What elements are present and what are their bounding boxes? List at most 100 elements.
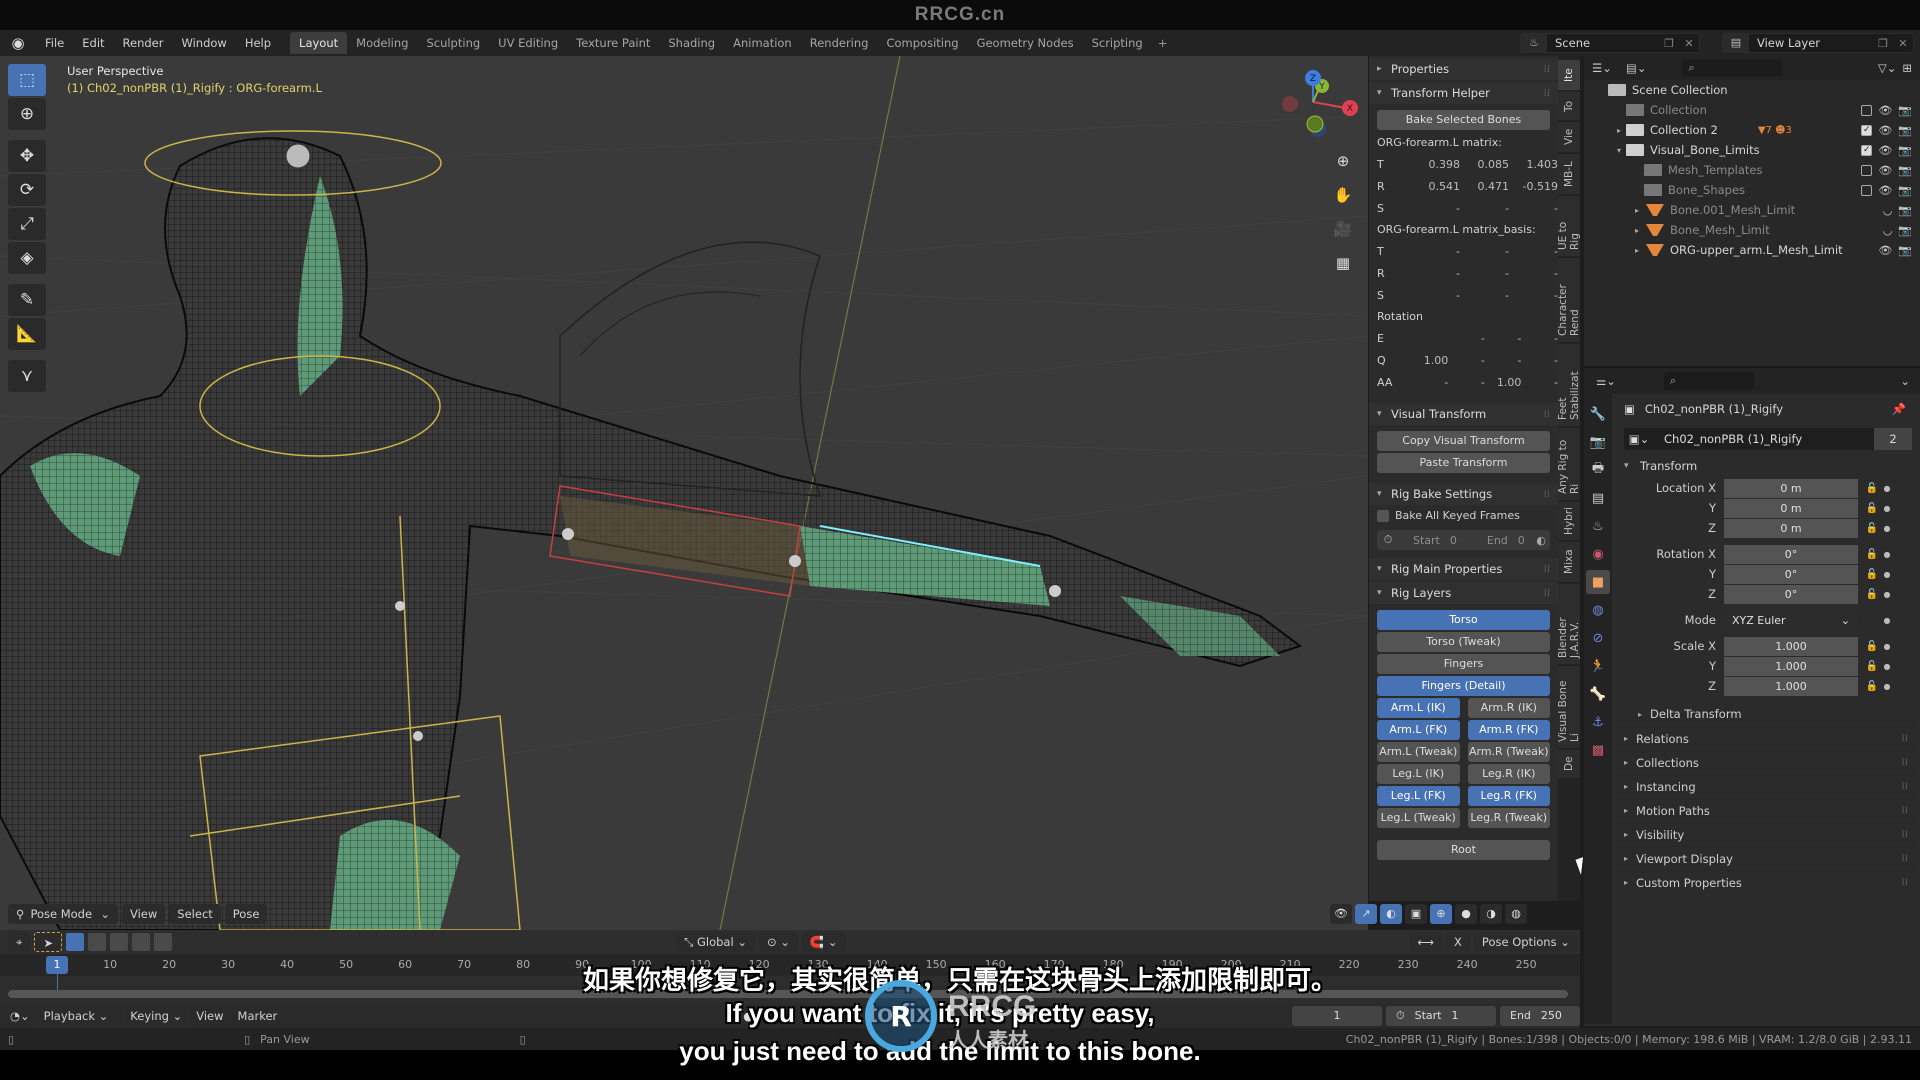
section-rig-layers[interactable]: ▾ Rig Layers ⁞⁞ (1369, 582, 1558, 604)
section-visibility[interactable]: ▸ Visibility ⁞⁞ (1616, 822, 1916, 846)
camera-icon[interactable]: 🎥 (1330, 216, 1356, 242)
solid-shading-icon[interactable]: ● (1455, 904, 1477, 924)
tab-texture-paint[interactable]: Texture Paint (567, 32, 659, 54)
mirror-icon[interactable]: ⟷ (1409, 932, 1443, 952)
eye-closed-icon[interactable]: ◡ (1883, 204, 1893, 217)
exclude-checkbox[interactable]: ✓ (1861, 144, 1873, 156)
options-chevron-icon[interactable]: ⌄ (1900, 374, 1910, 388)
measure-tool[interactable]: 📐 (8, 318, 46, 350)
sidebar-tab-character-rend[interactable]: Character Rend (1557, 258, 1581, 342)
rig-layer-fingers-detail-button[interactable]: Fingers (Detail) (1377, 676, 1550, 696)
eye-icon[interactable]: 👁 (1878, 104, 1892, 117)
render-tab-icon[interactable]: 📷 (1586, 430, 1610, 454)
menu-playback[interactable]: Playback ⌄ (35, 1006, 117, 1026)
orientation-selector[interactable]: ⤡ Global ⌄ (676, 932, 755, 952)
section-transform-helper[interactable]: ▾ Transform Helper ⁞⁞ (1369, 82, 1558, 104)
editor-type-icon[interactable]: ◔⌄ (10, 1009, 30, 1023)
eye-icon[interactable]: 👁 (1878, 144, 1892, 157)
select-mode-extend[interactable] (88, 933, 107, 951)
sidebar-tab-blender-j-a-r-v[interactable]: Blender J.A.R.V. (1557, 584, 1581, 664)
remove-view-layer-icon[interactable]: ✕ (1893, 37, 1913, 50)
zoom-icon[interactable]: ⊕ (1330, 148, 1356, 174)
section-properties[interactable]: ▸ Properties ⁞⁞ (1369, 58, 1558, 80)
snap-toggle[interactable]: 🧲 ⌄ (801, 932, 846, 952)
section-rig-main-properties[interactable]: ▾ Rig Main Properties ⁞⁞ (1369, 558, 1558, 580)
exclude-checkbox[interactable] (1861, 104, 1873, 116)
keyframe-dot[interactable]: ● (1882, 504, 1892, 513)
transform-tool[interactable]: ◈ (8, 242, 46, 274)
scale-tool[interactable]: ⤢ (8, 208, 46, 240)
keyframe-dot[interactable]: ● (1882, 590, 1892, 599)
drag-grip-icon[interactable]: ⁞⁞ (1544, 409, 1550, 420)
pivot-icon[interactable]: ⌖ (8, 932, 31, 952)
lock-icon[interactable]: 🔓 (1862, 661, 1882, 672)
checkbox-box[interactable] (1377, 509, 1389, 522)
new-scene-icon[interactable]: ❐ (1659, 37, 1679, 50)
keyframe-dot[interactable]: ● (1882, 616, 1892, 625)
drag-grip-icon[interactable]: ⁞⁞ (1544, 64, 1550, 75)
rendered-shading-icon[interactable]: ◍ (1505, 904, 1527, 924)
keyframe-dot[interactable]: ● (1882, 662, 1892, 671)
expand-arrow-icon[interactable]: ▸ (1630, 246, 1644, 255)
sidebar-tab-any-rig-to-ri[interactable]: Any Rig to Ri (1557, 428, 1581, 500)
sidebar-tab-feet-stabilizat[interactable]: Feet Stabilizat (1557, 344, 1581, 426)
keyframe-dot[interactable]: ● (1882, 570, 1892, 579)
mode-selector[interactable]: ⚲ Pose Mode ⌄ (8, 904, 118, 924)
keyframe-dot[interactable]: ● (1882, 642, 1892, 651)
keyframe-dot[interactable]: ● (1882, 550, 1892, 559)
rig-layer-torso-button[interactable]: Torso (1377, 610, 1550, 630)
render-camera-icon[interactable]: 📷 (1898, 104, 1912, 117)
tab-geometry-nodes[interactable]: Geometry Nodes (968, 32, 1083, 54)
paste-transform-button[interactable]: Paste Transform (1377, 453, 1550, 473)
tool-tab-icon[interactable]: 🔧 (1586, 402, 1610, 426)
lock-icon[interactable]: 🔓 (1862, 641, 1882, 652)
tab-scripting[interactable]: Scripting (1083, 32, 1152, 54)
menu-view[interactable]: View (122, 904, 166, 924)
drag-grip-icon[interactable]: ⁞⁞ (1544, 88, 1550, 99)
drag-grip-icon[interactable]: ⁞⁞ (1902, 805, 1908, 816)
display-mode-icon[interactable]: ☰⌄ (1592, 61, 1612, 75)
rig-layer-root-button[interactable]: Root (1377, 840, 1550, 860)
drag-grip-icon[interactable]: ⁞⁞ (1544, 489, 1550, 500)
gizmo-neg-x[interactable] (1282, 96, 1298, 112)
render-camera-icon[interactable]: 📷 (1898, 124, 1912, 137)
keyframe-dot[interactable]: ● (1882, 484, 1892, 493)
hand-icon[interactable]: ✋ (1330, 182, 1356, 208)
sidebar-tab-to[interactable]: To (1558, 92, 1580, 120)
sidebar-tab-mixa[interactable]: Mixa (1558, 542, 1580, 582)
new-view-layer-icon[interactable]: ❐ (1873, 37, 1893, 50)
drag-grip-icon[interactable]: ⁞⁞ (1544, 564, 1550, 575)
add-workspace-button[interactable]: + (1152, 32, 1174, 54)
menu-render[interactable]: Render (114, 36, 173, 50)
outliner-row[interactable]: ▸ ORG-upper_arm.L_Mesh_Limit 👁 📷 (1584, 240, 1920, 260)
menu-help[interactable]: Help (236, 36, 280, 50)
rig-layer-arm-r-fk-button[interactable]: Arm.R (FK) (1467, 720, 1550, 740)
select-tool-icon[interactable]: ➤ (34, 932, 63, 952)
select-mode-invert[interactable] (132, 933, 151, 951)
bake-selected-bones-button[interactable]: Bake Selected Bones (1377, 110, 1550, 130)
menu-edit[interactable]: Edit (73, 36, 113, 50)
tab-sculpting[interactable]: Sculpting (417, 32, 489, 54)
rig-layer-arm-l-fk-button[interactable]: Arm.L (FK) (1377, 720, 1460, 740)
gizmo-toggle-icon[interactable]: ↗ (1355, 904, 1377, 924)
render-camera-icon[interactable]: 📷 (1898, 224, 1912, 237)
tab-compositing[interactable]: Compositing (877, 32, 967, 54)
lock-icon[interactable]: 🔓 (1862, 569, 1882, 580)
section-visual-transform[interactable]: ▾ Visual Transform ⁞⁞ (1369, 403, 1558, 425)
view-layer-name[interactable]: View Layer (1749, 36, 1873, 50)
outliner-row[interactable]: Bone_Shapes 👁 📷 (1584, 180, 1920, 200)
tab-shading[interactable]: Shading (659, 32, 724, 54)
expand-arrow-icon[interactable]: ▾ (1612, 146, 1626, 155)
tab-animation[interactable]: Animation (724, 32, 801, 54)
expand-arrow-icon[interactable]: ▸ (1630, 206, 1644, 215)
menu-marker[interactable]: Marker (238, 1009, 278, 1023)
new-collection-icon[interactable]: ⊞ (1902, 61, 1912, 75)
rotation-z-field[interactable]: 0° (1724, 584, 1858, 604)
moon-icon[interactable]: ◐ (1536, 534, 1546, 547)
select-mode-subtract[interactable] (110, 933, 129, 951)
select-box-tool[interactable]: ⬚ (8, 64, 46, 96)
mirror-x-toggle[interactable]: X (1446, 932, 1470, 952)
tab-uv-editing[interactable]: UV Editing (489, 32, 567, 54)
object-name-field[interactable]: Ch02_nonPBR (1)_Rigify (1654, 432, 1874, 446)
rotation-y-field[interactable]: 0° (1724, 564, 1858, 584)
